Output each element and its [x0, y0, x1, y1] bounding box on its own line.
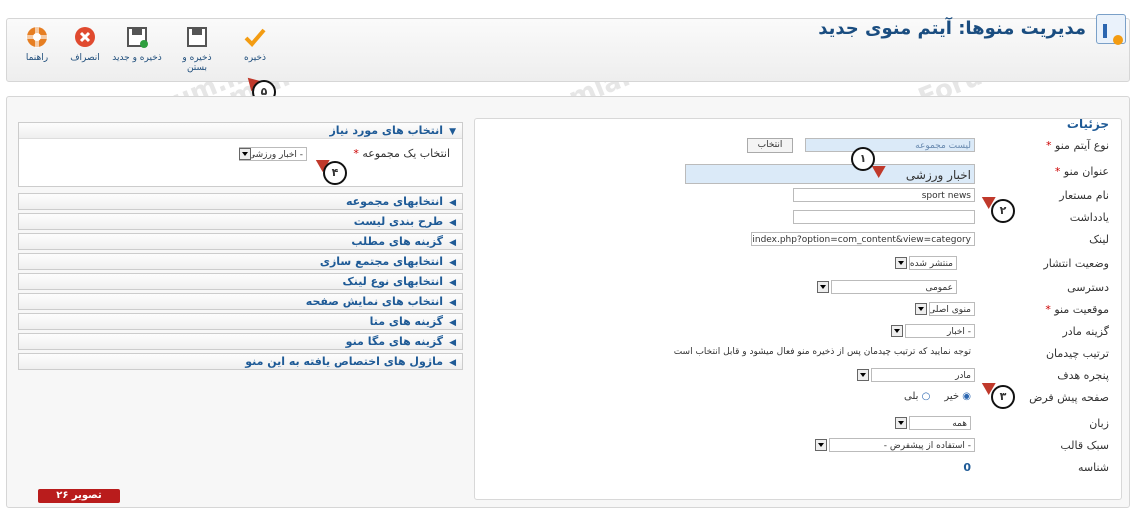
dropdown-icon [239, 148, 251, 160]
field-label: یادداشت [1069, 211, 1109, 224]
field-label: عنوان منو * [1054, 165, 1109, 178]
save-close-icon [187, 27, 207, 47]
form-field[interactable]: اخبار ورزشی [685, 164, 975, 184]
chevron-left-icon: ◀ [449, 338, 456, 348]
options-panel[interactable]: ◀انتخابهای نوع لینک [18, 273, 463, 290]
options-panel[interactable]: ◀ماژول های اختصاص یافته به این منو [18, 353, 463, 370]
radio-option[interactable]: ○ بلی [904, 391, 930, 402]
ordering-note: توجه نمایید که ترتیب چیدمان پس از ذخیره … [673, 347, 971, 357]
field-label: لینک [1089, 233, 1109, 246]
select-type-button[interactable]: انتخاب [747, 138, 793, 153]
figure-badge: تصویر ۲۶ [38, 489, 120, 503]
save-new-button[interactable]: ذخیره و جدید [111, 25, 163, 63]
category-label: انتخاب یک مجموعه * [353, 147, 450, 160]
form-field[interactable]: index.php?option=com_content&view=catego… [751, 232, 975, 246]
cancel-label: انصراف [70, 53, 100, 63]
chevron-left-icon: ◀ [449, 218, 456, 228]
required-options-panel: ▼انتخاب های مورد نیاز انتخاب یک مجموعه *… [18, 122, 463, 187]
help-button[interactable]: راهنما [11, 25, 63, 63]
marker-2: ۲ [991, 199, 1015, 223]
dropdown-icon[interactable] [857, 369, 869, 381]
form-field[interactable]: لیست مجموعه [805, 138, 975, 152]
form-field[interactable]: منتشر شده [909, 256, 957, 270]
field-label: ترتیب چیدمان [1045, 347, 1109, 360]
help-icon [26, 26, 48, 48]
page-title: مدیریت منوها: آیتم منوی جدید [818, 18, 1086, 39]
chevron-left-icon: ◀ [449, 198, 456, 208]
field-label: موقعیت منو * [1045, 303, 1109, 316]
top-caption [0, 0, 1134, 6]
dropdown-icon[interactable] [895, 417, 907, 429]
radio-option[interactable]: ◉ خیر [944, 391, 971, 402]
chevron-left-icon: ◀ [449, 318, 456, 328]
dropdown-icon[interactable] [915, 303, 927, 315]
save-button[interactable]: ذخیره [229, 25, 281, 63]
form-field[interactable]: منوی اصلی [929, 302, 975, 316]
options-panel[interactable]: ◀انتخاب های نمایش صفحه [18, 293, 463, 310]
id-value: 0 [963, 461, 971, 474]
checkmark-icon [244, 28, 266, 47]
form-field[interactable]: - اخبار [905, 324, 975, 338]
default-page-radio-group: ◉ خیر ○ بلی [890, 391, 971, 402]
field-label: نوع آیتم منو * [1046, 139, 1109, 152]
save-new-label: ذخیره و جدید [112, 53, 162, 63]
options-panel[interactable]: ◀انتخابهای مجتمع سازی [18, 253, 463, 270]
dropdown-icon[interactable] [815, 439, 827, 451]
options-panel[interactable]: ◀گزینه های متا [18, 313, 463, 330]
cancel-button[interactable]: انصراف [59, 25, 111, 63]
dropdown-icon[interactable] [891, 325, 903, 337]
field-label: پنجره هدف [1057, 369, 1109, 382]
form-field[interactable]: - استفاده از پیشفرض - [829, 438, 975, 452]
form-field[interactable]: عمومی [831, 280, 957, 294]
section-title: جزئیات [1066, 117, 1109, 131]
save-close-button[interactable]: ذخیره و بستن [171, 25, 223, 73]
chevron-left-icon: ◀ [449, 278, 456, 288]
chevron-left-icon: ◀ [449, 258, 456, 268]
dropdown-icon[interactable] [817, 281, 829, 293]
chevron-left-icon: ◀ [449, 238, 456, 248]
marker-4: ۴ [323, 161, 347, 185]
marker-1: ۱ [851, 147, 875, 171]
field-label: صفحه پیش فرض [1029, 391, 1109, 404]
help-label: راهنما [25, 53, 49, 63]
field-label: شناسه [1077, 461, 1109, 474]
save-new-icon [127, 27, 148, 48]
options-sidebar: ▼انتخاب های مورد نیاز انتخاب یک مجموعه *… [18, 122, 463, 373]
field-label: نام مستعار [1059, 189, 1109, 202]
field-label: دسترسی [1067, 281, 1109, 294]
options-panel[interactable]: ◀گزینه های مگا منو [18, 333, 463, 350]
form-field[interactable]: sport news [793, 188, 975, 202]
marker-3: ۳ [991, 385, 1015, 409]
form-field[interactable]: مادر [871, 368, 975, 382]
menu-manager-icon [1096, 14, 1126, 45]
field-label: زبان [1089, 417, 1109, 430]
radio-icon: ○ [921, 391, 931, 402]
dropdown-icon[interactable] [895, 257, 907, 269]
field-label: سبک قالب [1060, 439, 1109, 452]
field-label: وضعیت انتشار [1043, 257, 1110, 270]
chevron-down-icon: ▼ [449, 127, 456, 137]
details-form: جزئیات نوع آیتم منو * لیست مجموعه انتخاب عن… [474, 117, 1122, 500]
save-close-label: ذخیره و بستن [182, 53, 212, 73]
field-label: گزینه مادر [1062, 325, 1109, 338]
radio-icon: ◉ [962, 391, 971, 402]
form-field[interactable]: همه [909, 416, 971, 430]
cancel-icon [75, 27, 95, 47]
chevron-left-icon: ◀ [449, 358, 456, 368]
save-label: ذخیره [244, 53, 266, 63]
form-field[interactable] [793, 210, 975, 224]
options-panel[interactable]: ◀گزینه های مطلب [18, 233, 463, 250]
chevron-left-icon: ◀ [449, 298, 456, 308]
options-panel[interactable]: ◀انتخابهای مجموعه [18, 193, 463, 210]
options-panel[interactable]: ◀طرح بندی لیست [18, 213, 463, 230]
panel-header[interactable]: ▼انتخاب های مورد نیاز [19, 123, 462, 139]
